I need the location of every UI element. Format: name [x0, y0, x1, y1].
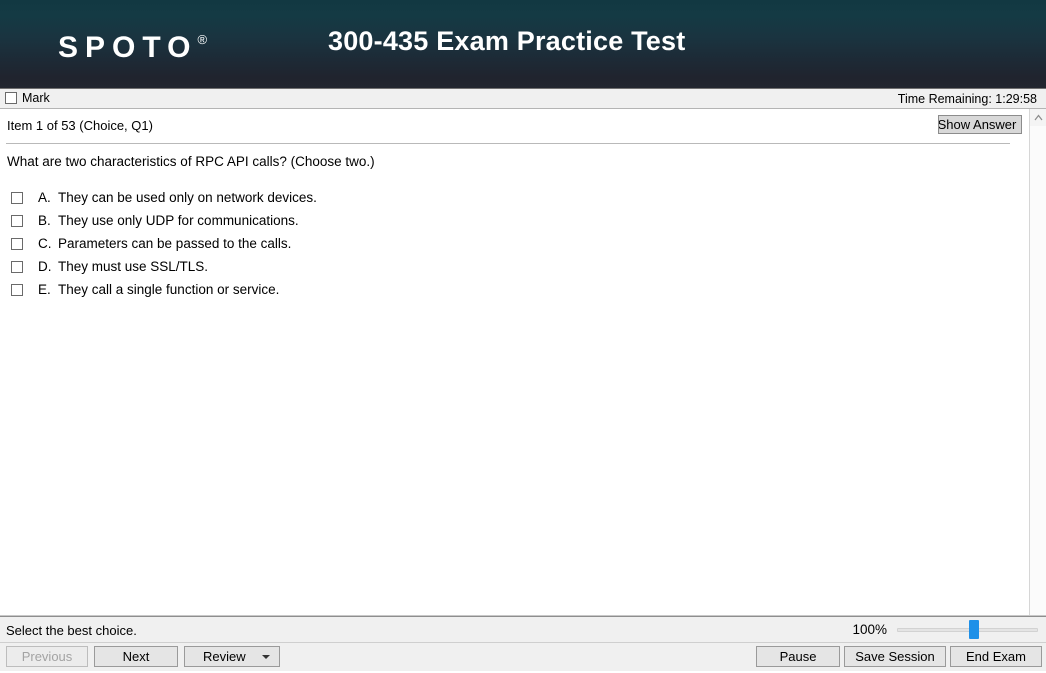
- mark-question-toggle[interactable]: Mark: [5, 91, 50, 105]
- spoto-logo: SPOTO®: [58, 22, 207, 68]
- show-answer-label: Show Answer: [938, 117, 1017, 132]
- save-session-button[interactable]: Save Session: [844, 646, 946, 667]
- answer-option[interactable]: E. They call a single function or service…: [0, 278, 1046, 301]
- pause-button[interactable]: Pause: [756, 646, 840, 667]
- answer-options-list: A. They can be used only on network devic…: [0, 186, 1046, 301]
- answer-option-checkbox[interactable]: [11, 283, 23, 296]
- zoom-control-group: 100%: [849, 619, 1038, 640]
- next-button[interactable]: Next: [94, 646, 178, 667]
- page-title: 300-435 Exam Practice Test: [328, 26, 686, 56]
- answer-option-text: They must use SSL/TLS.: [58, 259, 209, 274]
- zoom-slider[interactable]: [897, 619, 1038, 640]
- answer-option-checkbox[interactable]: [11, 191, 23, 204]
- answer-option[interactable]: B. They use only UDP for communications.: [0, 209, 1046, 232]
- question-pane-scrollbar[interactable]: [1029, 109, 1046, 615]
- spoto-logo-text: SPOTO: [58, 31, 198, 64]
- review-button[interactable]: Review: [184, 646, 280, 667]
- navigation-button-bar: Previous Next Review Pause Save Session …: [0, 643, 1046, 671]
- answer-option-checkbox[interactable]: [11, 237, 23, 250]
- answer-option-letter: B.: [38, 213, 51, 228]
- mark-checkbox[interactable]: [5, 92, 17, 104]
- answer-option-letter: D.: [38, 259, 52, 274]
- answer-option-text: They call a single function or service.: [58, 282, 280, 297]
- status-message: Select the best choice.: [6, 623, 137, 638]
- answer-option-letter: E.: [38, 282, 51, 297]
- time-remaining-label: Time Remaining: 1:29:58: [897, 92, 1037, 106]
- registered-trademark-icon: ®: [197, 32, 208, 47]
- item-counter-label: Item 1 of 53 (Choice, Q1): [7, 118, 153, 133]
- answer-option-text: They can be used only on network devices…: [58, 190, 317, 205]
- review-label: Review: [203, 649, 246, 664]
- question-text: What are two characteristics of RPC API …: [7, 154, 375, 169]
- question-pane: Item 1 of 53 (Choice, Q1) Show Answer Wh…: [0, 109, 1046, 616]
- answer-option[interactable]: A. They can be used only on network devic…: [0, 186, 1046, 209]
- scroll-up-button[interactable]: [1030, 109, 1046, 126]
- answer-option-text: Parameters can be passed to the calls.: [58, 236, 292, 251]
- item-header-row: Item 1 of 53 (Choice, Q1) Show Answer: [0, 109, 1046, 139]
- mark-label: Mark: [22, 91, 50, 105]
- header-divider: [6, 143, 1010, 144]
- previous-button[interactable]: Previous: [6, 646, 88, 667]
- mark-time-bar: Mark Time Remaining: 1:29:58: [0, 88, 1046, 109]
- app-header-banner: SPOTO® 300-435 Exam Practice Test: [0, 0, 1046, 88]
- zoom-percent-label: 100%: [852, 622, 887, 637]
- answer-option-text: They use only UDP for communications.: [58, 213, 299, 228]
- exam-app-window: SPOTO® 300-435 Exam Practice Test Mark T…: [0, 0, 1046, 673]
- end-exam-button[interactable]: End Exam: [950, 646, 1042, 667]
- answer-option[interactable]: D. They must use SSL/TLS.: [0, 255, 1046, 278]
- answer-option[interactable]: C. Parameters can be passed to the calls.: [0, 232, 1046, 255]
- answer-option-letter: C.: [38, 236, 52, 251]
- caret-down-icon: [262, 655, 270, 659]
- answer-option-checkbox[interactable]: [11, 260, 23, 273]
- answer-option-letter: A.: [38, 190, 51, 205]
- scrollbar-track[interactable]: [1030, 126, 1046, 615]
- chevron-up-icon: [1034, 114, 1043, 121]
- zoom-slider-thumb[interactable]: [969, 620, 979, 639]
- answer-option-checkbox[interactable]: [11, 214, 23, 227]
- show-answer-button[interactable]: Show Answer: [938, 115, 1022, 134]
- zoom-slider-track[interactable]: [897, 628, 1038, 632]
- status-bar: Select the best choice. 100%: [0, 616, 1046, 643]
